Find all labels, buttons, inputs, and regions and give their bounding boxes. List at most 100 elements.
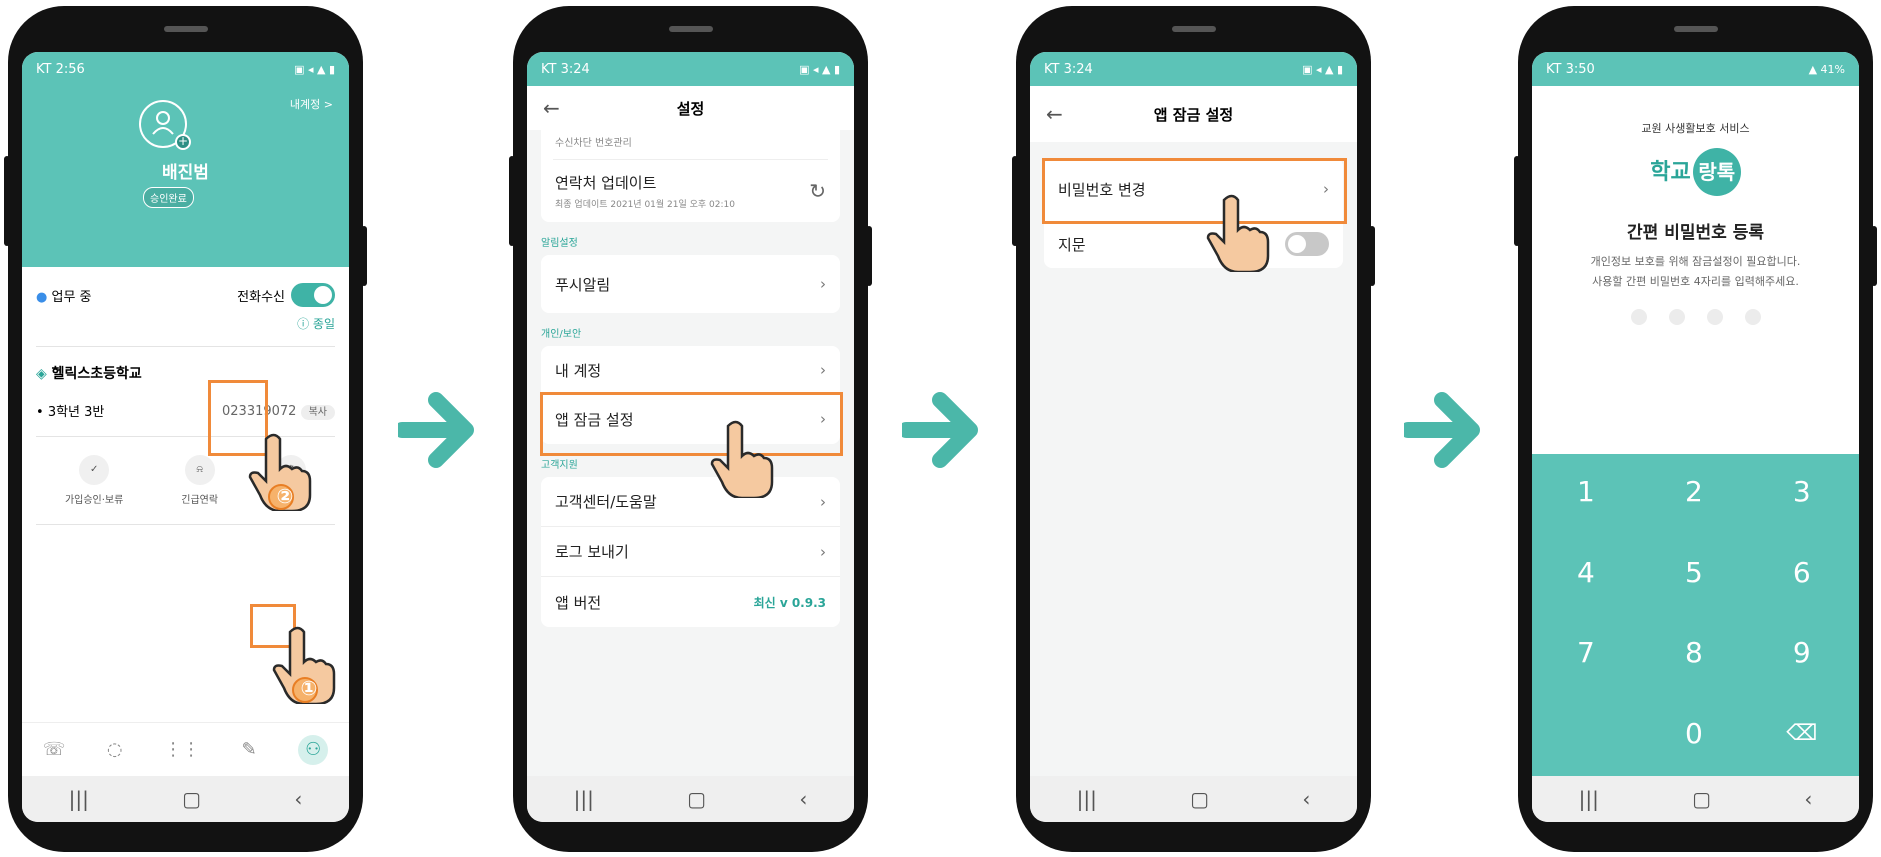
phone-1: KT 2:56 ▣ ◂ ▲ ▮ 내계정 > + 배진범 승인완료 ● 업무 중 … [4, 6, 367, 852]
status-bar: KT 3:24 ▣ ◂ ▲ ▮ [527, 52, 854, 86]
recent-apps-button[interactable]: ||| [69, 787, 89, 811]
back-button[interactable]: ‹ [1302, 787, 1310, 811]
power-button [1369, 226, 1375, 286]
speaker [668, 26, 713, 32]
back-button[interactable]: ‹ [1804, 787, 1812, 811]
register-desc-2: 사용할 간편 비밀번호 4자리를 입력해주세요. [1592, 275, 1799, 288]
blocked-numbers-item[interactable]: 수신차단 번호관리 [541, 130, 840, 159]
system-navbar: ||| ▢ ‹ [527, 776, 854, 822]
key-0[interactable]: 0 [1640, 696, 1748, 772]
recent-apps-button[interactable]: ||| [1579, 787, 1599, 811]
school-icon: ◈ [36, 366, 47, 382]
user-name: 배진범 [162, 163, 209, 183]
avatar[interactable]: + [139, 100, 191, 150]
chevron-right-icon: › [820, 542, 826, 561]
key-8[interactable]: 8 [1640, 615, 1748, 691]
all-day-label[interactable]: ⓘ 종일 [36, 315, 335, 332]
contact-update-label: 연락처 업데이트 [555, 174, 657, 192]
help-item[interactable]: 고객센터/도움말 › [541, 477, 840, 527]
volume-button [509, 156, 515, 246]
support-card: 고객센터/도움말 › 로그 보내기 › 앱 버전 최신 v 0.9.3 [541, 477, 840, 627]
contact-update-time: 최종 업데이트 2021년 01월 21일 오후 02:10 [555, 200, 735, 210]
backspace-icon[interactable]: ⌫ [1748, 696, 1856, 772]
memo-tab-icon[interactable]: ✎ [242, 739, 257, 760]
approval-action[interactable]: ✓ 가입승인·보류 [65, 455, 123, 506]
pin-dot [1630, 309, 1647, 325]
version-value: 최신 v 0.9.3 [753, 595, 826, 610]
push-alarm-item[interactable]: 푸시알림 › [541, 255, 840, 313]
back-button[interactable]: ‹ [799, 787, 807, 811]
key-7[interactable]: 7 [1532, 615, 1640, 691]
volume-button [1514, 156, 1520, 246]
pointing-hand-icon [1206, 194, 1270, 272]
status-bar: KT 3:24 ▣ ◂ ▲ ▮ [1030, 52, 1357, 86]
key-1[interactable]: 1 [1532, 454, 1640, 530]
pointing-hand-icon [710, 420, 774, 498]
system-navbar: ||| ▢ ‹ [1532, 776, 1859, 822]
system-navbar: ||| ▢ ‹ [1030, 776, 1357, 822]
key-empty [1532, 696, 1640, 772]
speaker [1171, 26, 1216, 32]
page-title: 설정 [676, 99, 705, 118]
call-receive-toggle[interactable] [291, 283, 335, 307]
key-4[interactable]: 4 [1532, 535, 1640, 611]
settings-screen: KT 3:24 ▣ ◂ ▲ ▮ ← 설정 수신차단 번호관리 연락처 업데이트최… [527, 52, 854, 822]
profile-header: KT 2:56 ▣ ◂ ▲ ▮ 내계정 > + 배진범 승인완료 [22, 52, 349, 267]
page-title: 앱 잠금 설정 [1153, 105, 1234, 124]
pin-dots [1532, 309, 1859, 325]
home-button[interactable]: ▢ [687, 787, 706, 811]
add-photo-icon[interactable]: + [175, 134, 191, 150]
recent-apps-button[interactable]: ||| [574, 787, 594, 811]
key-5[interactable]: 5 [1640, 535, 1748, 611]
section-alarm: 알림설정 [541, 238, 578, 249]
app-bar: ← 설정 [527, 86, 854, 130]
contact-update-item[interactable]: 연락처 업데이트최종 업데이트 2021년 01월 21일 오후 02:10 ↻ [541, 160, 840, 222]
profile-tab-icon[interactable]: ⚇ [298, 734, 329, 765]
battery-level: ▲ 41% [1808, 62, 1845, 76]
home-button[interactable]: ▢ [1692, 787, 1711, 811]
app-lock-screen: KT 3:24 ▣ ◂ ▲ ▮ ← 앱 잠금 설정 비밀번호 변경 › 지문 ||… [1030, 52, 1357, 822]
chevron-right-icon: › [820, 492, 826, 511]
key-3[interactable]: 3 [1748, 454, 1856, 530]
step-1-badge: ① [300, 676, 318, 700]
power-button [361, 226, 367, 286]
chevron-right-icon: › [820, 361, 826, 379]
back-arrow-icon[interactable]: ← [1046, 102, 1063, 126]
status-icons: ▣ ◂ ▲ ▮ [294, 62, 335, 76]
work-status: ● 업무 중 [36, 289, 92, 305]
send-log-item[interactable]: 로그 보내기 › [541, 527, 840, 577]
fingerprint-toggle[interactable] [1285, 232, 1329, 256]
emergency-action[interactable]: ⍾ 긴급연락 [181, 455, 218, 506]
power-button [1871, 226, 1877, 286]
app-version-item: 앱 버전 최신 v 0.9.3 [555, 593, 826, 612]
back-button[interactable]: ‹ [294, 787, 302, 811]
back-arrow-icon[interactable]: ← [543, 96, 560, 120]
section-privacy: 개인/보안 [541, 329, 582, 340]
my-account-link[interactable]: 내계정 > [290, 96, 333, 112]
key-2[interactable]: 2 [1640, 454, 1748, 530]
register-desc-1: 개인정보 보호를 위해 잠금설정이 필요합니다. [1590, 255, 1801, 268]
phone-4: KT 3:50 ▲ 41% 교원 사생활보호 서비스 학교 랑톡 간편 비밀번호 … [1514, 6, 1877, 852]
class-label: • 3학년 3반 [36, 405, 105, 420]
copy-button[interactable]: 복사 [300, 404, 335, 420]
my-account-item[interactable]: 내 계정 › [541, 346, 840, 394]
phone-2: KT 3:24 ▣ ◂ ▲ ▮ ← 설정 수신차단 번호관리 연락처 업데이트최… [509, 6, 872, 852]
refresh-icon[interactable]: ↻ [809, 179, 826, 203]
chat-tab-icon[interactable]: ◌ [107, 739, 123, 760]
home-button[interactable]: ▢ [1190, 787, 1209, 811]
numeric-keypad: 1 2 3 4 5 6 7 8 9 0 ⌫ [1532, 454, 1859, 776]
contact-card: 수신차단 번호관리 연락처 업데이트최종 업데이트 2021년 01월 21일 … [541, 130, 840, 222]
keypad-tab-icon[interactable]: ⋮⋮ [164, 739, 200, 760]
home-button[interactable]: ▢ [182, 787, 201, 811]
highlight-change-password [1042, 158, 1347, 224]
volume-button [4, 156, 10, 246]
key-6[interactable]: 6 [1748, 535, 1856, 611]
status-icons: ▣ ◂ ▲ ▮ [799, 62, 840, 76]
status-bar: KT 3:50 ▲ 41% [1532, 52, 1859, 86]
phone-3: KT 3:24 ▣ ◂ ▲ ▮ ← 앱 잠금 설정 비밀번호 변경 › 지문 ||… [1012, 6, 1375, 852]
recent-apps-button[interactable]: ||| [1077, 787, 1097, 811]
key-9[interactable]: 9 [1748, 615, 1856, 691]
step-2-badge: ② [276, 484, 294, 508]
phone-tab-icon[interactable]: ☏ [43, 739, 66, 760]
logo: 학교 랑톡 [1532, 148, 1859, 196]
